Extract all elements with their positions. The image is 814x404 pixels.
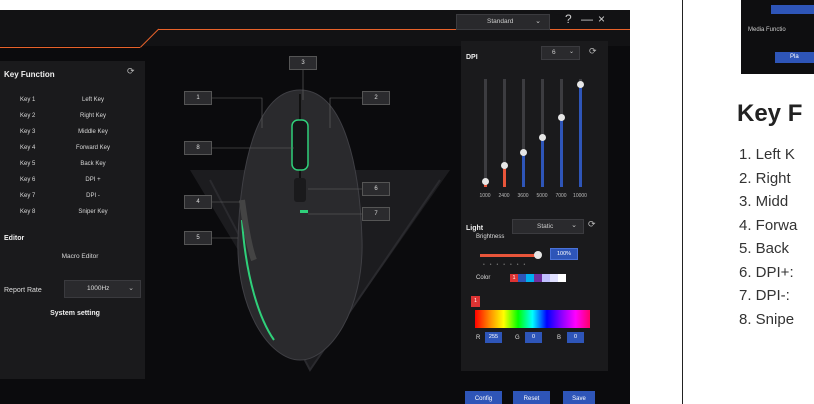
dpi-slider-knob[interactable] [482,178,489,185]
dpi-slider-knob[interactable] [520,149,527,156]
color-swatch[interactable] [526,274,534,282]
color-swatch[interactable] [558,274,566,282]
manual-page: Media Functio Pla Key F 1. Left K 2. Righ… [682,0,814,404]
thumbnail-button-top [771,5,814,14]
manual-list-item: 3. Midd [739,193,789,210]
r-value[interactable]: 255 [485,332,502,343]
dpi-slider-fill [522,152,525,187]
manual-list-item: 6. DPI+: [739,263,794,281]
manual-list-item: 4. Forwa [739,216,798,234]
dpi-slider-knob[interactable] [501,162,508,169]
light-title: Light [466,225,484,232]
dpi-level-select[interactable]: 6 ⌄ [541,46,580,60]
dpi-slider-knob[interactable] [558,114,565,121]
color-swatch[interactable] [518,274,526,282]
dpi-title: DPI [466,54,478,61]
b-value[interactable]: 0 [567,332,584,343]
color-swatch[interactable] [550,274,558,282]
color-swatch[interactable]: 1 [510,274,518,282]
save-button[interactable]: Save [563,391,595,404]
thumbnail-play-button: Pla [775,52,814,63]
manual-list-item: 5. Back [739,240,790,257]
refresh-icon[interactable]: ⟳ [588,219,596,230]
r-label: R [476,335,481,341]
g-value[interactable]: 0 [525,332,542,343]
brightness-knob[interactable] [534,251,542,259]
refresh-icon[interactable]: ⟳ [589,46,597,57]
dpi-slider-fill [541,137,544,187]
manual-list-item: 2. Right [739,169,791,187]
reset-button[interactable]: Reset [513,391,550,404]
color-label: Color [476,275,491,281]
color-swatch[interactable] [542,274,550,282]
dpi-slider-knob[interactable] [539,134,546,141]
brightness-label: Brightness [476,234,505,240]
manual-list-item: 8. Snipe [739,310,795,328]
manual-title: Key F [737,100,803,127]
brightness-slider[interactable] [480,254,540,257]
b-label: B [557,335,562,341]
dpi-tick-label: 10000 [573,193,587,199]
mouse-software-window: Standard ⌄ ? — × Key Function ⟳ Key 1 Left… [0,10,630,404]
dpi-slider-track[interactable] [484,79,487,187]
dpi-slider-knob[interactable] [577,81,584,88]
chevron-down-icon: ⌄ [571,222,577,229]
config-button[interactable]: Config [465,391,502,404]
brightness-ticks: ••••••• [483,262,531,268]
manual-list-item: 7. DPI-: [739,287,790,304]
g-label: G [515,335,520,341]
dpi-slider-fill [579,84,582,187]
chevron-down-icon: ⌄ [568,49,574,55]
thumbnail-media-function: Media Functio [748,27,786,33]
dpi-slider-fill [560,117,563,187]
manual-list-item: 1. Left K [739,146,795,163]
brightness-value[interactable]: 100% [550,248,578,260]
color-spectrum[interactable] [475,310,590,328]
light-mode-select[interactable]: Static ⌄ [512,219,584,234]
spectrum-marker[interactable]: 1 [471,296,480,307]
color-swatch[interactable] [534,274,542,282]
